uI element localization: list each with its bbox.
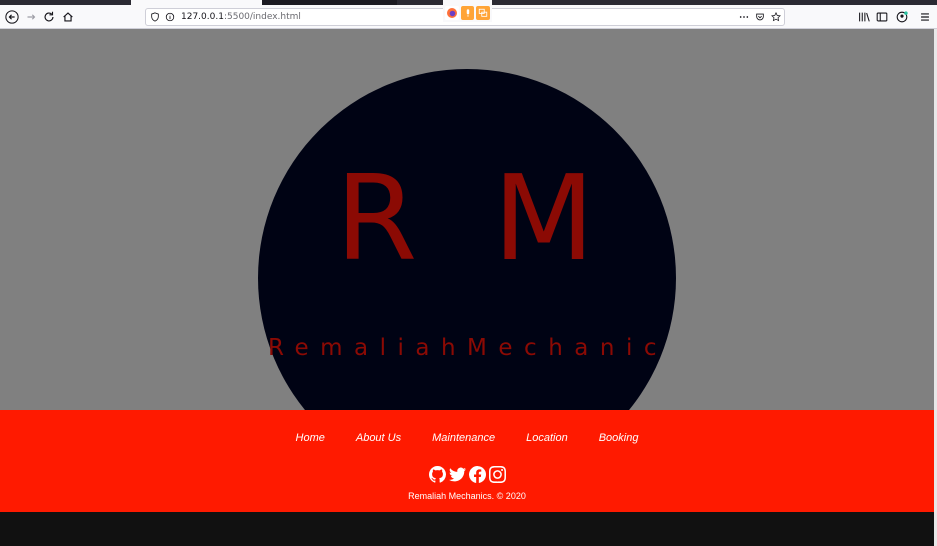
reload-button[interactable] [39,7,59,27]
nav-link-about-us[interactable]: About Us [356,432,401,444]
github-icon[interactable] [428,466,446,483]
account-button[interactable] [892,7,912,27]
footer-nav: Home About Us Maintenance Location Booki… [0,432,934,444]
firefox-icon[interactable] [445,6,459,20]
twitter-icon[interactable] [448,466,466,483]
hamburger-menu-icon [921,13,929,21]
url-host: 127.0.0.1 [181,12,224,22]
reload-icon [44,11,54,22]
sidebar-icon [876,12,888,22]
url-path: :5500/index.html [223,12,301,22]
menu-button[interactable] [915,7,935,27]
logo-company-name: RemaliahMechanic [268,335,668,361]
account-icon [896,11,908,23]
screen-share-icon[interactable] [476,6,491,20]
page-bottom-area [0,512,934,546]
forward-arrow-icon [27,14,36,20]
forward-button[interactable] [21,7,41,27]
home-icon [63,12,73,22]
pocket-icon[interactable] [754,11,766,23]
hero-section: R M RemaliahMechanic [0,29,934,410]
library-icon [859,12,870,22]
nav-link-booking[interactable]: Booking [599,432,639,444]
logo-initials: R M [335,149,599,287]
back-button[interactable] [2,7,22,27]
back-arrow-icon [5,10,19,24]
extension-strip [443,0,492,22]
sidebar-button[interactable] [872,7,892,27]
library-button[interactable] [854,7,874,27]
microphone-icon[interactable] [460,6,475,20]
social-links [0,466,934,483]
nav-link-location[interactable]: Location [526,432,568,444]
instagram-icon[interactable] [488,466,506,483]
browser-toolbar: 127.0.0.1:5500/index.html [0,0,937,29]
facebook-icon[interactable] [468,466,486,483]
page-actions-icon[interactable] [738,11,750,23]
site-info-icon[interactable] [164,11,176,23]
copyright-text: Remaliah Mechanics. © 2020 [408,491,526,501]
bookmark-star-icon[interactable] [770,11,782,23]
nav-link-maintenance[interactable]: Maintenance [432,432,495,444]
home-button[interactable] [58,7,78,27]
tracking-shield-icon[interactable] [149,11,161,23]
web-page: R M RemaliahMechanic Home About Us Maint… [0,29,934,546]
site-footer: Home About Us Maintenance Location Booki… [0,410,934,512]
nav-link-home[interactable]: Home [296,432,325,444]
url-text[interactable]: 127.0.0.1:5500/index.html [181,10,301,24]
